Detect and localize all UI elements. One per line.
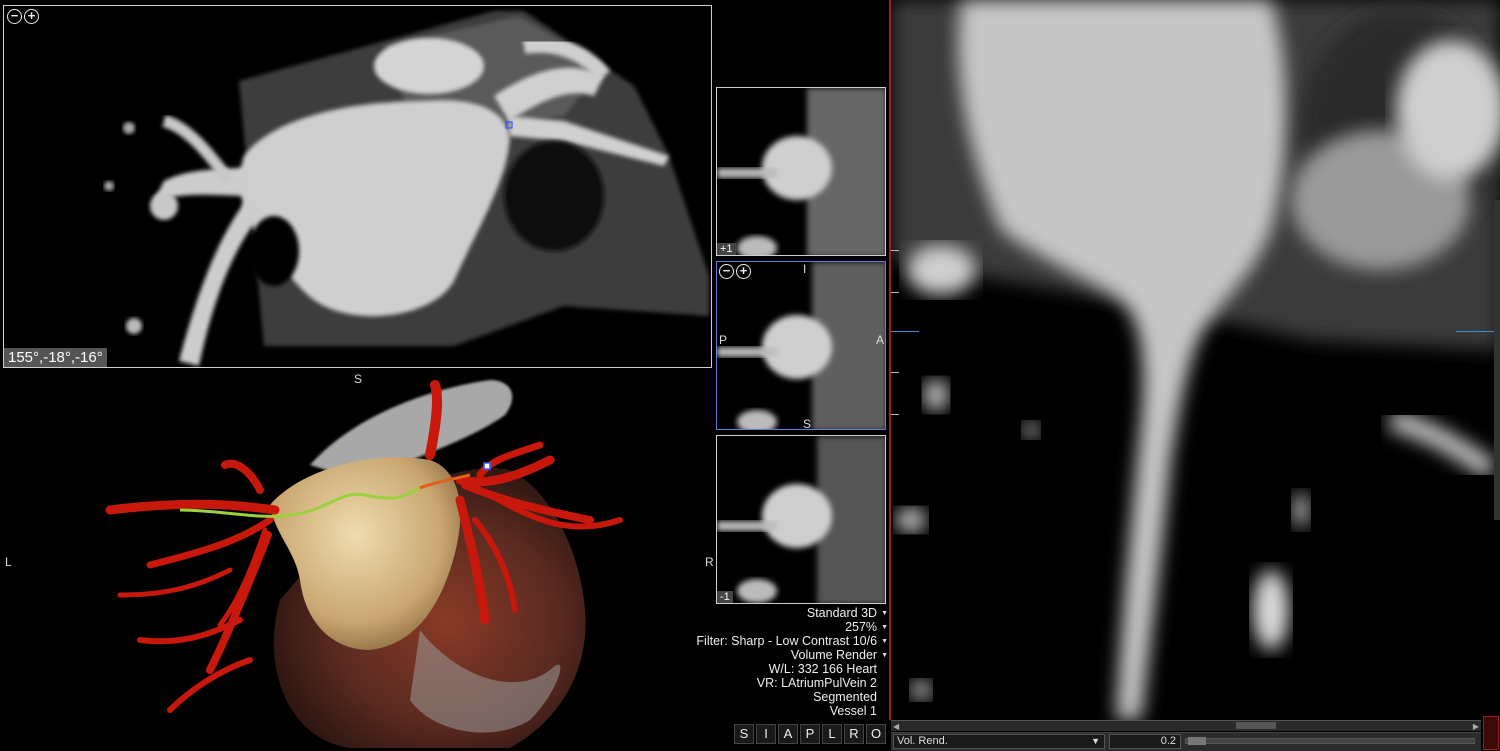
bottom-toolbar: Vol. Rend. ▼ 0.2 — [891, 732, 1481, 751]
horizontal-scrollbar[interactable]: ◀ ▶ — [891, 720, 1481, 731]
volume-render-view[interactable]: S L R I — [0, 370, 714, 750]
scale-tick — [891, 372, 899, 373]
scroll-left-arrow[interactable]: ◀ — [893, 722, 899, 731]
heart-3d-render — [105, 380, 623, 748]
slice-offset-minus-label: -1 — [717, 591, 733, 603]
cross-section-orient-right: A — [876, 333, 885, 347]
slab-thickness-slider[interactable] — [1185, 737, 1475, 745]
view-direction-button-i[interactable]: I — [756, 724, 776, 744]
view-angle-label: 155°,-18°,-16° — [4, 348, 107, 367]
cross-section-orient-left: P — [719, 333, 728, 347]
render-setting-text: W/L: 332 166 Heart — [768, 662, 877, 676]
dropdown-arrow-icon[interactable]: ▼ — [881, 624, 888, 631]
render-setting-line: Segmented — [648, 690, 888, 704]
cross-section-current-image — [717, 262, 885, 429]
dropdown-arrow-icon[interactable]: ▼ — [881, 638, 888, 645]
scale-tick — [891, 250, 899, 251]
dropdown-arrow-icon[interactable]: ▼ — [881, 610, 888, 617]
cross-section-zoom-out-button[interactable]: − — [719, 264, 734, 279]
view-direction-button-s[interactable]: S — [734, 724, 754, 744]
render-mode-dropdown[interactable]: Vol. Rend. ▼ — [893, 734, 1105, 749]
view-direction-button-o[interactable]: O — [866, 724, 886, 744]
scale-tick — [891, 292, 899, 293]
render-setting-text: 257% — [845, 620, 878, 634]
scale-tick — [1456, 331, 1496, 332]
cross-section-minus-image — [717, 436, 885, 603]
scale-tick — [891, 331, 919, 332]
render-setting-line[interactable]: Filter: Sharp - Low Contrast 10/6 ▼ — [648, 634, 888, 648]
cross-section-plus-image — [717, 88, 885, 255]
render-setting-line[interactable]: 257% ▼ — [648, 620, 888, 634]
render-setting-line: Vessel 1 — [648, 704, 888, 718]
render-setting-text: Standard 3D — [806, 606, 878, 620]
render-setting-text: Volume Render — [790, 648, 878, 662]
render-setting-text: Segmented — [813, 690, 877, 704]
view-direction-button-l[interactable]: L — [822, 724, 842, 744]
render-setting-text: Filter: Sharp - Low Contrast 10/6 — [696, 634, 878, 648]
volume-marker — [483, 462, 491, 470]
scale-tick — [891, 414, 899, 415]
cross-section-minus[interactable]: -1 — [716, 435, 886, 604]
cross-section-zoom-in-button[interactable]: + — [736, 264, 751, 279]
dropdown-arrow-icon[interactable]: ▼ — [881, 652, 888, 659]
render-setting-text: VR: LAtriumPulVein 2 — [756, 676, 877, 690]
render-mode-label: Vol. Rend. — [897, 735, 948, 747]
curved-mpr-view[interactable] — [891, 0, 1500, 720]
render-setting-line[interactable]: Standard 3D ▼ — [648, 606, 888, 620]
view-direction-button-r[interactable]: R — [844, 724, 864, 744]
oblique-ct-view[interactable]: − + 155°,-18°,-16° — [3, 5, 712, 368]
corner-marker — [1483, 716, 1499, 750]
cross-section-orient-bottom: S — [803, 417, 812, 430]
oblique-ct-image — [104, 11, 709, 366]
cross-section-current[interactable]: − + I P A S — [716, 261, 886, 430]
orientation-left-label: L — [5, 555, 12, 569]
view-direction-toolbar: SIAPLRO — [734, 724, 886, 744]
orientation-right-label: R — [705, 555, 714, 569]
zoom-in-button[interactable]: + — [24, 9, 39, 24]
slice-offset-plus-label: +1 — [717, 243, 736, 255]
view-direction-button-a[interactable]: A — [778, 724, 798, 744]
zoom-out-button[interactable]: − — [7, 9, 22, 24]
scrollbar-thumb[interactable] — [1236, 722, 1276, 729]
slider-thumb[interactable] — [1188, 737, 1206, 745]
render-setting-line: W/L: 332 166 Heart — [648, 662, 888, 676]
chevron-down-icon: ▼ — [1091, 736, 1100, 746]
curved-mpr-image — [891, 0, 1500, 720]
cross-section-orient-top: I — [803, 262, 807, 276]
render-settings-list: Standard 3D ▼ 257% ▼ Filter: Sharp - Low Con… — [648, 606, 888, 718]
view-direction-button-p[interactable]: P — [800, 724, 820, 744]
render-setting-text: Vessel 1 — [829, 704, 877, 718]
slab-thickness-field[interactable]: 0.2 — [1109, 734, 1181, 749]
scroll-right-arrow[interactable]: ▶ — [1473, 722, 1479, 731]
cross-section-plus[interactable]: +1 — [716, 87, 886, 256]
render-setting-line: VR: LAtriumPulVein 2 — [648, 676, 888, 690]
render-setting-line[interactable]: Volume Render ▼ — [648, 648, 888, 662]
vertical-scrollbar[interactable] — [1494, 200, 1500, 520]
